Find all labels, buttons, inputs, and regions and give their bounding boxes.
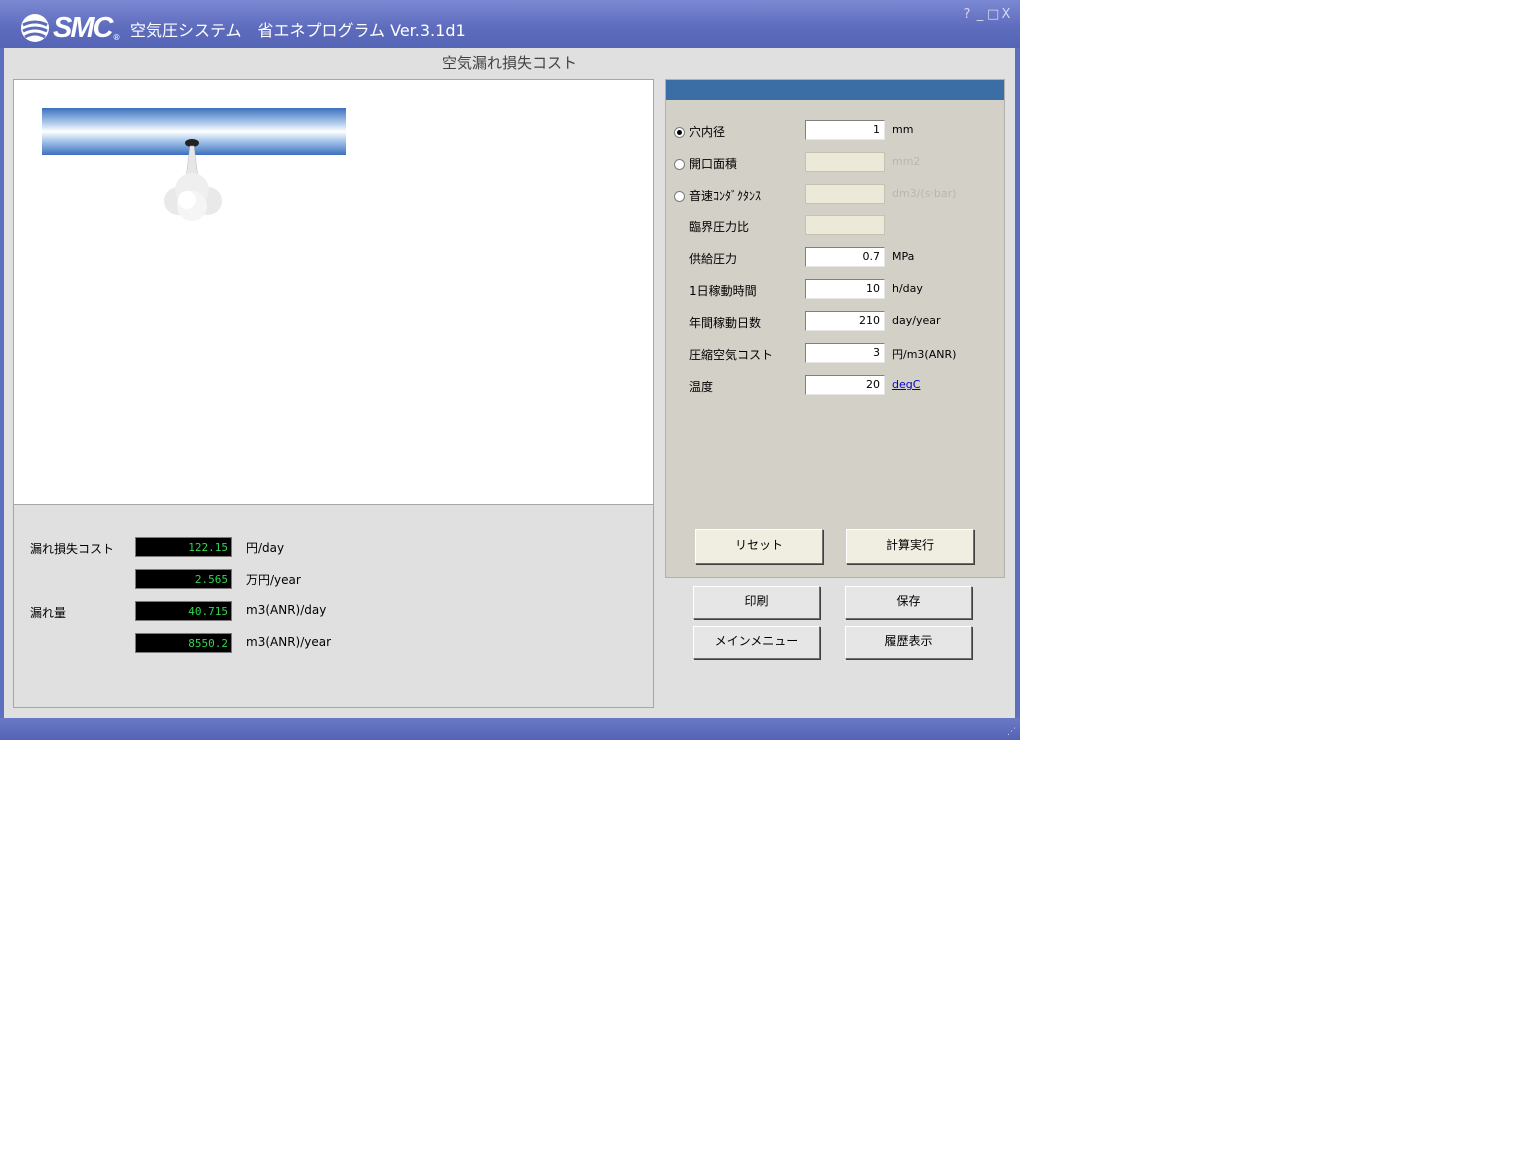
annual-days-input[interactable]: 210 <box>805 311 885 331</box>
app-window: SMC ® 空気圧システム 省エネプログラム Ver.3.1d1 ? _ □ X… <box>0 0 1020 740</box>
daily-hours-input[interactable]: 10 <box>805 279 885 299</box>
input-panel: 穴内径 1 mm 開口面積 mm2 音速ｺﾝﾀﾞｸﾀﾝｽ dm3/(s·bar)… <box>665 79 1005 578</box>
leak-per-year-display: 8550.2 <box>135 633 232 653</box>
temperature-label: 温度 <box>689 380 714 394</box>
air-leak-puff-icon <box>164 139 222 221</box>
smc-logo-mark-icon <box>21 14 49 42</box>
reset-button[interactable]: リセット <box>695 529 823 564</box>
sonic-conductance-input[interactable] <box>805 184 885 204</box>
hole-diameter-input[interactable]: 1 <box>805 120 885 140</box>
panel-header-bar <box>666 80 1004 100</box>
cost-per-day-unit: 円/day <box>246 541 285 555</box>
supply-pressure-label: 供給圧力 <box>689 252 738 266</box>
sonic-conductance-label: 音速ｺﾝﾀﾞｸﾀﾝｽ <box>689 189 762 203</box>
opening-area-input[interactable] <box>805 152 885 172</box>
air-cost-label: 圧縮空気コスト <box>689 348 774 362</box>
window-bottom-border: ⋰ <box>0 718 1020 740</box>
air-cost-unit: 円/m3(ANR) <box>892 348 957 361</box>
print-button[interactable]: 印刷 <box>693 586 820 619</box>
resize-grip-icon[interactable]: ⋰ <box>1007 727 1016 737</box>
critical-pressure-ratio-label: 臨界圧力比 <box>689 220 750 234</box>
supply-pressure-input[interactable]: 0.7 <box>805 247 885 267</box>
temperature-input[interactable]: 20 <box>805 375 885 395</box>
opening-area-unit: mm2 <box>892 155 921 168</box>
leak-cost-label: 漏れ損失コスト <box>30 542 115 556</box>
sonic-conductance-unit: dm3/(s·bar) <box>892 187 957 200</box>
hole-diameter-radio[interactable] <box>674 127 685 138</box>
title-bar[interactable]: SMC ® 空気圧システム 省エネプログラム Ver.3.1d1 ? _ □ X <box>0 0 1020 48</box>
main-menu-button[interactable]: メインメニュー <box>693 626 820 659</box>
hole-diameter-unit: mm <box>892 123 914 136</box>
results-panel: 漏れ損失コスト 122.15 円/day 2.565 万円/year 漏れ量 4… <box>13 505 654 708</box>
leak-illustration-canvas <box>13 79 654 505</box>
sonic-conductance-radio[interactable] <box>674 191 685 202</box>
close-icon[interactable]: X <box>1000 7 1012 22</box>
annual-days-label: 年間稼動日数 <box>689 316 762 330</box>
smc-logo: SMC ® <box>20 11 120 45</box>
air-cost-input[interactable]: 3 <box>805 343 885 363</box>
minimize-icon[interactable]: _ <box>974 7 986 22</box>
cost-per-year-display: 2.565 <box>135 569 232 589</box>
app-title: 空気圧システム 省エネプログラム Ver.3.1d1 <box>130 21 466 40</box>
history-button[interactable]: 履歴表示 <box>845 626 972 659</box>
opening-area-radio[interactable] <box>674 159 685 170</box>
client-area: 空気漏れ損失コスト 漏れ損失コスト 122.15 円/day 2.565 万円/… <box>4 48 1015 718</box>
leak-per-day-display: 40.715 <box>135 601 232 621</box>
temperature-unit-link[interactable]: degC <box>892 378 920 391</box>
calculate-button[interactable]: 計算実行 <box>846 529 974 564</box>
daily-hours-unit: h/day <box>892 282 923 295</box>
cost-per-year-unit: 万円/year <box>246 573 301 587</box>
window-controls: ? _ □ X <box>961 7 1012 22</box>
logo-text: SMC <box>53 11 113 44</box>
logo-registered-mark: ® <box>112 32 121 42</box>
save-button[interactable]: 保存 <box>845 586 972 619</box>
critical-pressure-ratio-input[interactable] <box>805 215 885 235</box>
leak-amount-label: 漏れ量 <box>30 606 67 620</box>
leak-per-year-unit: m3(ANR)/year <box>246 635 332 649</box>
screen-title: 空気漏れ損失コスト <box>441 54 577 72</box>
annual-days-unit: day/year <box>892 314 941 327</box>
maximize-icon[interactable]: □ <box>987 7 999 22</box>
cost-per-day-display: 122.15 <box>135 537 232 557</box>
hole-diameter-label: 穴内径 <box>689 125 726 139</box>
help-icon[interactable]: ? <box>961 7 973 22</box>
leak-per-day-unit: m3(ANR)/day <box>246 603 327 617</box>
supply-pressure-unit: MPa <box>892 250 915 263</box>
opening-area-label: 開口面積 <box>689 157 738 171</box>
daily-hours-label: 1日稼動時間 <box>689 284 757 298</box>
